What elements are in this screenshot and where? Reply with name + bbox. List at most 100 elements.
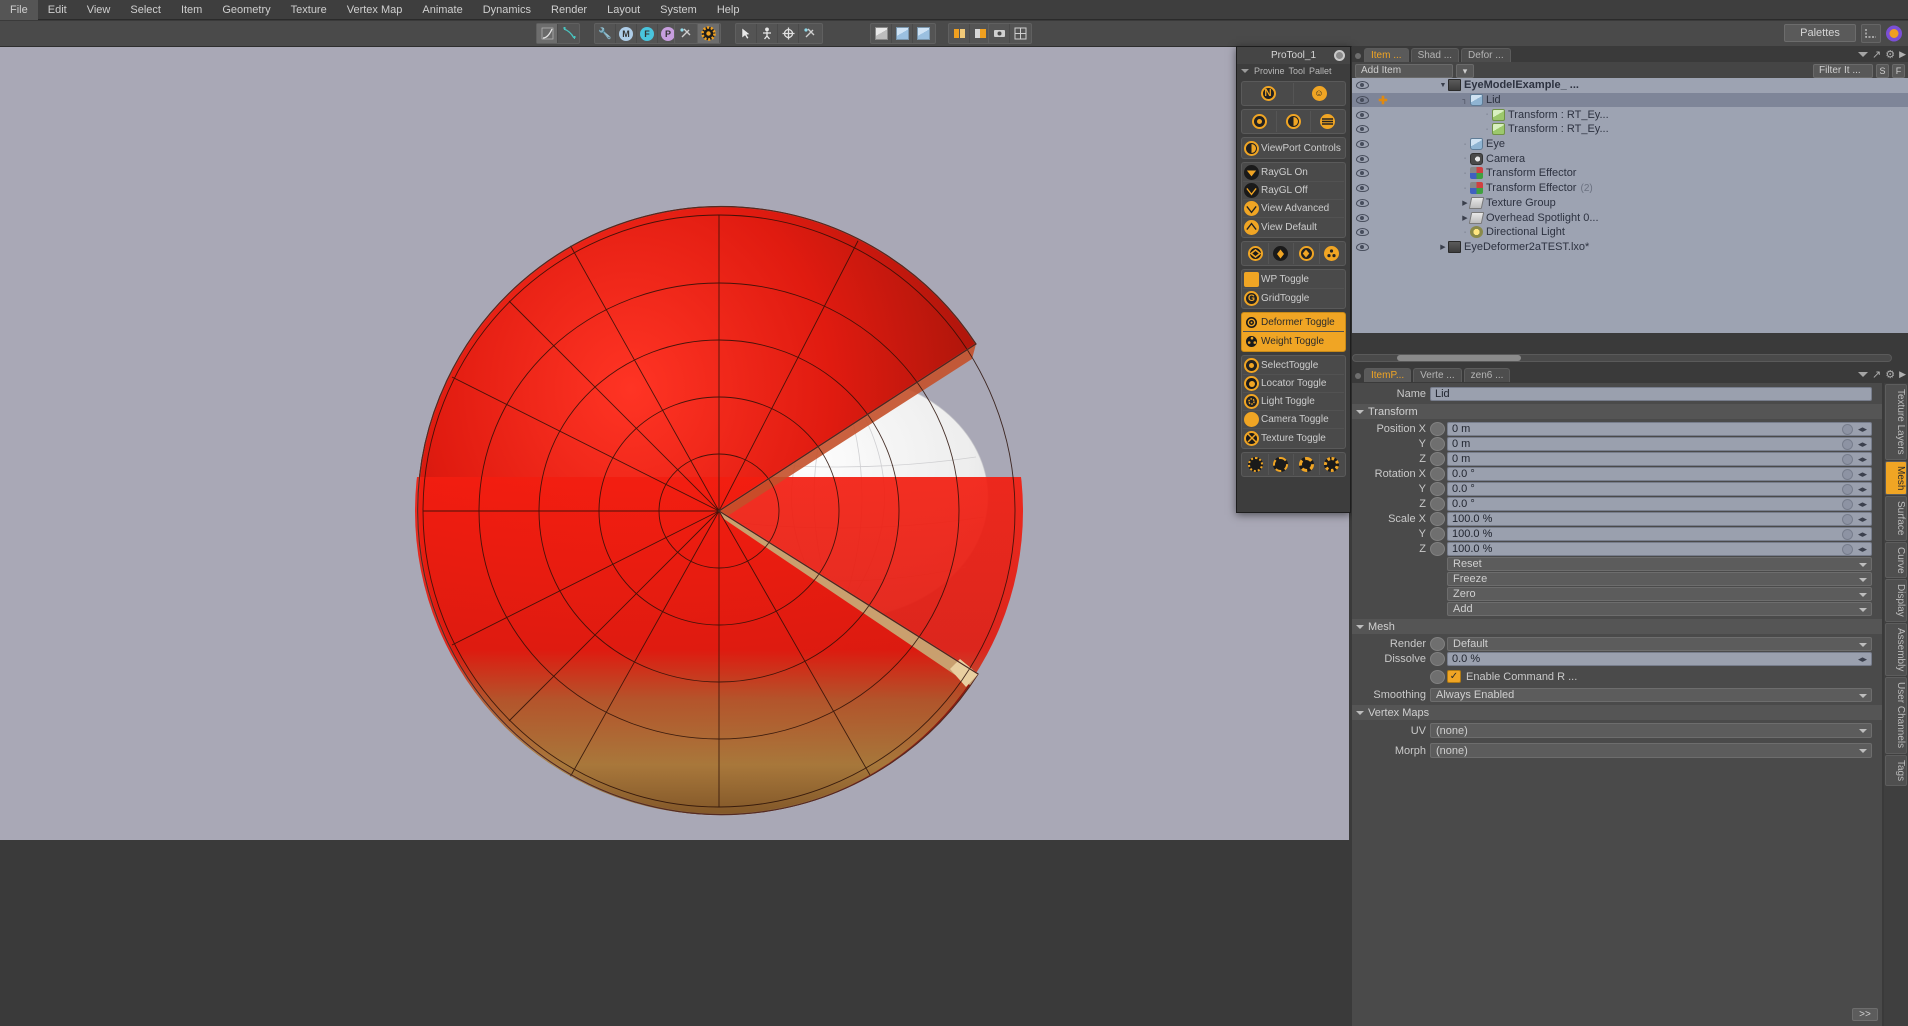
tab-deformers[interactable]: Defor ... (1461, 48, 1511, 62)
shade-left-icon[interactable] (949, 24, 970, 43)
animate-knob[interactable] (1430, 526, 1445, 541)
3d-viewport[interactable] (0, 47, 1349, 840)
transform-input[interactable]: 100.0 % ◂▸ (1447, 541, 1872, 556)
spinner-icon[interactable]: ◂▸ (1856, 514, 1869, 525)
tab-zen6[interactable]: zen6 ... (1463, 368, 1511, 382)
field-circle-icon[interactable] (1842, 528, 1853, 540)
field-circle-icon[interactable] (1842, 438, 1853, 450)
falloff-f-icon[interactable]: F (637, 24, 658, 43)
tab-vertex[interactable]: Verte ... (1413, 368, 1462, 382)
render-dropdown[interactable]: Default (1447, 636, 1872, 651)
table-row[interactable]: · Directional Light (1352, 225, 1908, 240)
transform-dropdown[interactable]: Zero (1447, 586, 1872, 601)
menu-item-item[interactable]: Item (171, 0, 212, 20)
camera-toggle-button[interactable]: Camera Toggle (1243, 411, 1344, 429)
spinner-icon[interactable]: ◂▸ (1856, 469, 1869, 480)
camera-view-icon[interactable] (989, 24, 1010, 43)
transform-input[interactable]: 0.0 ° ◂▸ (1447, 496, 1872, 511)
layout-preset-icon[interactable] (1861, 24, 1881, 43)
vtab-display[interactable]: Display (1885, 579, 1907, 622)
menu-item-help[interactable]: Help (707, 0, 750, 20)
props-gear-icon[interactable]: ⚙ (1885, 368, 1895, 381)
three-dot-icon[interactable] (1320, 243, 1345, 264)
gear-icon[interactable]: ⚙ (1885, 48, 1895, 61)
field-circle-icon[interactable] (1842, 513, 1853, 525)
add-item-dropdown-icon[interactable]: ▾ (1456, 64, 1474, 78)
field-circle-icon[interactable] (1842, 423, 1853, 435)
menu-item-layout[interactable]: Layout (597, 0, 650, 20)
target-icon[interactable] (1243, 111, 1277, 132)
dissolve-input[interactable]: 0.0 % ◂▸ (1447, 651, 1872, 666)
dash-ring-4-icon[interactable] (1320, 454, 1345, 475)
transform-input[interactable]: 0 m ◂▸ (1447, 451, 1872, 466)
light-toggle-button[interactable]: Light Toggle (1243, 393, 1344, 411)
render-anim-knob[interactable] (1430, 636, 1445, 651)
animate-knob[interactable] (1430, 451, 1445, 466)
animate-knob[interactable] (1430, 466, 1445, 481)
morph-m-icon[interactable]: M (616, 24, 637, 43)
table-row[interactable]: ▶ Overhead Spotlight 0... (1352, 210, 1908, 225)
menu-item-file[interactable]: File (0, 0, 38, 20)
center-icon[interactable] (778, 24, 799, 43)
cube-blue-icon[interactable] (892, 24, 913, 43)
transform-input[interactable]: 0.0 ° ◂▸ (1447, 481, 1872, 496)
field-circle-icon[interactable] (1842, 453, 1853, 465)
walk-person-icon[interactable]: ☺ (1294, 83, 1344, 104)
curve-draw-icon[interactable] (558, 24, 579, 43)
disclosure-triangle-icon[interactable]: · (1482, 126, 1492, 133)
deformer-toggle-button[interactable]: Deformer Toggle (1243, 314, 1344, 332)
tab-overflow-icon[interactable] (1857, 52, 1868, 57)
disclosure-triangle-icon[interactable]: ▼ (1438, 82, 1448, 89)
transform-input[interactable]: 0 m ◂▸ (1447, 421, 1872, 436)
spinner-icon[interactable]: ◂▸ (1856, 484, 1869, 495)
tab-item[interactable]: Item ... (1364, 48, 1409, 62)
menu-item-system[interactable]: System (650, 0, 707, 20)
transform-input[interactable]: 100.0 % ◂▸ (1447, 526, 1872, 541)
add-item-button[interactable]: Add Item (1355, 64, 1453, 78)
protool-tab-tool[interactable]: Tool (1289, 66, 1306, 76)
field-circle-icon[interactable] (1842, 483, 1853, 495)
diamond-wide-icon[interactable] (1243, 243, 1269, 264)
visibility-eye-icon[interactable] (1352, 154, 1372, 163)
table-row[interactable]: ▶ EyeDeformer2aTEST.lxo* (1352, 240, 1908, 255)
animate-knob[interactable] (1430, 496, 1445, 511)
menu-item-view[interactable]: View (77, 0, 121, 20)
vertexmaps-section-header[interactable]: Vertex Maps (1352, 705, 1882, 720)
animate-knob[interactable] (1430, 436, 1445, 451)
spinner-icon[interactable]: ◂▸ (1856, 499, 1869, 510)
dash-ring-3-icon[interactable] (1294, 454, 1320, 475)
visibility-eye-icon[interactable] (1352, 242, 1372, 251)
spinner-icon[interactable]: ◂▸ (1856, 454, 1869, 465)
visibility-eye-icon[interactable] (1352, 125, 1372, 134)
select-toggle-button[interactable]: SelectToggle (1243, 357, 1344, 375)
table-row[interactable]: · Transform Effector (2) (1352, 181, 1908, 196)
menu-item-dynamics[interactable]: Dynamics (473, 0, 541, 20)
table-row[interactable]: ▼ EyeModelExample_ ... (1352, 78, 1908, 93)
curve-edit-icon[interactable] (537, 24, 558, 43)
table-row[interactable]: · Eye (1352, 137, 1908, 152)
vtab-texture-layers[interactable]: Texture Layers (1885, 384, 1907, 460)
visibility-eye-icon[interactable] (1352, 169, 1372, 178)
protool-tab-provine[interactable]: Provine (1254, 66, 1285, 76)
action-center-icon[interactable] (698, 24, 719, 43)
pointer-icon[interactable] (736, 24, 757, 43)
filter-s-button[interactable]: S (1876, 64, 1889, 78)
menu-item-render[interactable]: Render (541, 0, 597, 20)
table-row[interactable]: · Transform Effector (1352, 166, 1908, 181)
table-row[interactable]: ✚ ┐ Lid (1352, 92, 1908, 108)
table-row[interactable]: ▶ Texture Group (1352, 196, 1908, 211)
transform-input[interactable]: 100.0 % ◂▸ (1447, 511, 1872, 526)
disclosure-triangle-icon[interactable]: · (1460, 229, 1470, 236)
transform-dropdown[interactable]: Reset (1447, 556, 1872, 571)
view-advanced-button[interactable]: View Advanced (1243, 200, 1344, 218)
menu-item-texture[interactable]: Texture (281, 0, 337, 20)
menu-item-edit[interactable]: Edit (38, 0, 77, 20)
item-list-body[interactable]: ▼ EyeModelExample_ ... ✚ ┐ Lid · Transform : R… (1352, 78, 1908, 333)
vtab-user-channels[interactable]: User Channels (1885, 677, 1907, 754)
visibility-eye-icon[interactable] (1352, 81, 1372, 90)
chevron-right-icon[interactable]: ▶ (1899, 49, 1906, 60)
lock-toggle-icon[interactable]: ✚ (1372, 94, 1394, 107)
protool-tab-pallet[interactable]: Pallet (1309, 66, 1332, 76)
field-circle-icon[interactable] (1842, 468, 1853, 480)
disclosure-triangle-icon[interactable]: · (1460, 141, 1470, 148)
